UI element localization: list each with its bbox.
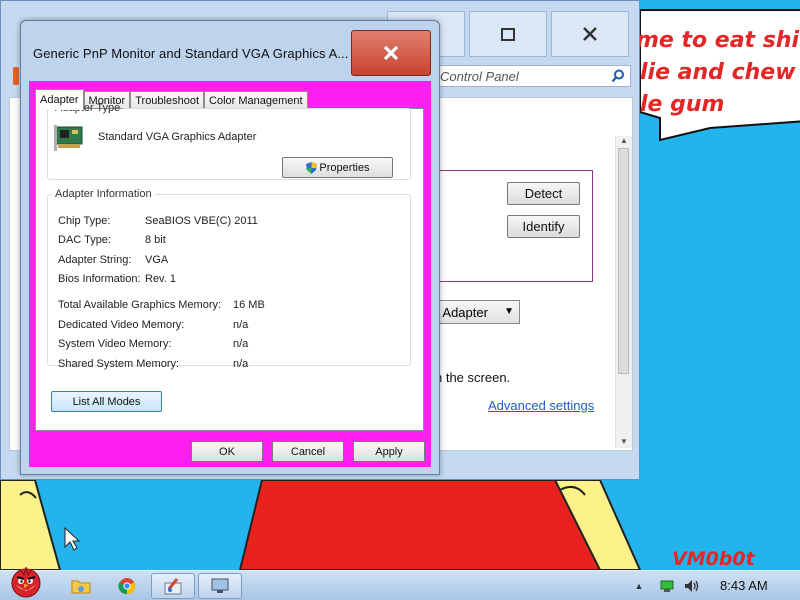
bubble-text-line-3: le gum	[640, 92, 725, 117]
speaker-icon	[685, 580, 699, 592]
dialog-content-frame: Adapter Monitor Troubleshoot Color Manag…	[29, 81, 431, 467]
app-icon	[13, 67, 19, 85]
advanced-settings-link[interactable]: Advanced settings	[488, 398, 594, 413]
scroll-thumb[interactable]	[618, 148, 629, 374]
chrome-icon	[118, 578, 136, 595]
system-memory-value: n/a	[233, 338, 249, 350]
apply-button[interactable]: Apply	[353, 441, 425, 462]
angry-bird-start-icon	[11, 566, 41, 598]
detect-button[interactable]: Detect	[507, 182, 580, 205]
vm-watermark: VM0b0t	[672, 548, 755, 570]
graphics-card-icon	[54, 125, 83, 151]
start-button[interactable]	[4, 563, 48, 599]
dedicated-memory-value: n/a	[233, 319, 249, 331]
cancel-button[interactable]: Cancel	[272, 441, 344, 462]
dialog-title: Generic PnP Monitor and Standard VGA Gra…	[33, 46, 349, 61]
maximize-button[interactable]	[469, 11, 547, 57]
close-icon	[383, 45, 399, 61]
close-icon	[583, 27, 597, 41]
show-hidden-icons-button[interactable]: ▲	[632, 573, 646, 599]
bubble-text-line-2: lie and chew	[640, 60, 796, 85]
scroll-down-icon[interactable]: ▼	[616, 437, 632, 446]
adapter-string-label: Adapter String:	[58, 254, 132, 266]
mouse-cursor-icon	[64, 527, 80, 551]
taskbar-explorer[interactable]	[66, 573, 96, 599]
tab-adapter[interactable]: Adapter	[35, 89, 84, 110]
identify-button[interactable]: Identify	[507, 215, 580, 238]
bubble-text-line-1: me to eat shit	[636, 28, 800, 53]
dac-type-value: 8 bit	[145, 234, 166, 246]
search-icon[interactable]	[611, 69, 625, 83]
bios-information-label: Bios Information:	[58, 273, 141, 285]
adapter-info-legend: Adapter Information	[55, 188, 152, 200]
display-select-value: s Adapter	[433, 304, 488, 320]
ok-button[interactable]: OK	[191, 441, 263, 462]
screen-description-text: n the screen.	[435, 370, 511, 385]
bios-information-value: Rev. 1	[145, 273, 176, 285]
dialog-close-button[interactable]	[351, 30, 431, 76]
taskbar-control-panel[interactable]	[151, 573, 195, 599]
chevron-up-icon: ▲	[634, 581, 644, 591]
dedicated-memory-label: Dedicated Video Memory:	[58, 319, 185, 331]
scroll-up-icon[interactable]: ▲	[616, 136, 632, 145]
maximize-icon	[501, 27, 515, 41]
volume-tray-icon[interactable]	[682, 573, 702, 599]
taskbar-clock[interactable]: 8:43 AM	[720, 578, 768, 593]
shield-icon	[306, 161, 318, 174]
adapter-properties-dialog: Generic PnP Monitor and Standard VGA Gra…	[20, 20, 440, 475]
list-all-modes-button[interactable]: List All Modes	[51, 391, 162, 412]
taskbar-display-settings[interactable]	[198, 573, 242, 599]
chevron-down-icon: ▼	[504, 306, 514, 317]
display-select[interactable]: s Adapter ▼	[428, 300, 520, 324]
dac-type-label: DAC Type:	[58, 234, 111, 246]
total-memory-value: 16 MB	[233, 299, 265, 311]
taskbar-chrome[interactable]	[112, 573, 142, 599]
close-button[interactable]	[551, 11, 629, 57]
paint-icon	[164, 578, 182, 595]
properties-label: Properties	[319, 161, 370, 174]
shared-memory-value: n/a	[233, 358, 249, 370]
vertical-scrollbar[interactable]: ▲ ▼	[615, 136, 632, 448]
adapter-string-value: VGA	[145, 254, 169, 266]
taskbar: ▲ 8:43 AM	[0, 566, 800, 600]
system-memory-label: System Video Memory:	[58, 338, 172, 350]
network-tray-icon[interactable]	[658, 573, 676, 599]
network-icon	[660, 580, 674, 592]
chip-type-label: Chip Type:	[58, 215, 111, 227]
adapter-tab-panel: Adapter Type Standard VGA Graphics Adapt…	[35, 102, 424, 431]
search-input[interactable]: Control Panel	[433, 65, 631, 87]
chip-type-value: SeaBIOS VBE(C) 2011	[145, 215, 258, 227]
shared-memory-label: Shared System Memory:	[58, 358, 180, 370]
folder-icon	[71, 580, 91, 594]
adapter-type-name: Standard VGA Graphics Adapter	[98, 131, 257, 143]
search-placeholder: Control Panel	[440, 69, 519, 84]
properties-button[interactable]: Properties	[282, 157, 393, 178]
display-icon	[211, 578, 229, 593]
total-memory-label: Total Available Graphics Memory:	[58, 299, 222, 311]
